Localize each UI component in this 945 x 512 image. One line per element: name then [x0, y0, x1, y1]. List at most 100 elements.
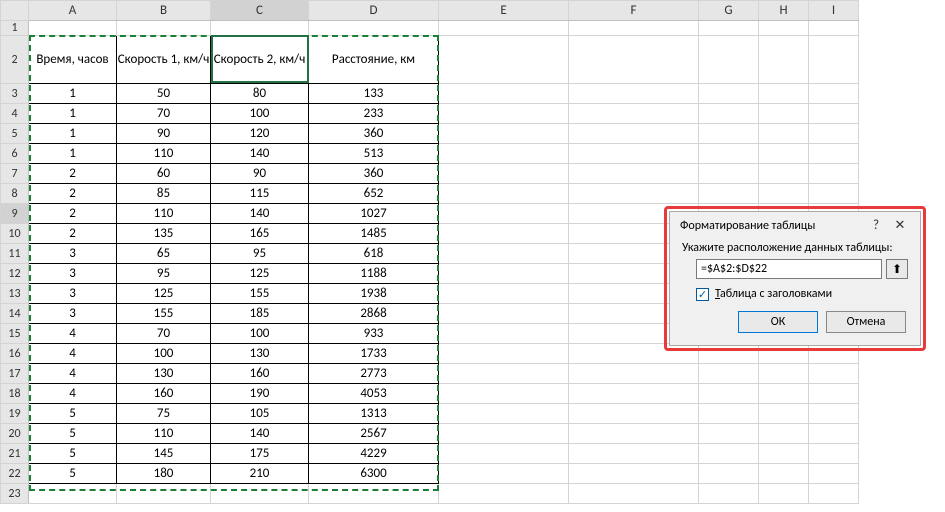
cell[interactable]: 360	[309, 164, 439, 184]
cell[interactable]: 120	[211, 124, 309, 144]
cell[interactable]	[699, 384, 759, 404]
cell[interactable]	[569, 444, 699, 464]
row-header[interactable]: 1	[1, 21, 29, 36]
cell[interactable]	[29, 21, 117, 36]
cell[interactable]	[569, 404, 699, 424]
row-header[interactable]: 7	[1, 164, 29, 184]
cell[interactable]: 5	[29, 424, 117, 444]
cell[interactable]	[439, 184, 569, 204]
cell[interactable]	[569, 124, 699, 144]
row-header[interactable]: 2	[1, 36, 29, 84]
cell[interactable]: 140	[211, 144, 309, 164]
cell[interactable]: 110	[117, 424, 211, 444]
cell[interactable]: 95	[211, 244, 309, 264]
row-header[interactable]: 12	[1, 264, 29, 284]
cell[interactable]	[809, 124, 859, 144]
cell[interactable]	[439, 164, 569, 184]
cell[interactable]: 185	[211, 304, 309, 324]
col-header-I[interactable]: I	[809, 1, 859, 21]
cell[interactable]	[439, 284, 569, 304]
cell[interactable]: 105	[211, 404, 309, 424]
col-header-A[interactable]: A	[29, 1, 117, 21]
cell[interactable]: 50	[117, 84, 211, 104]
cell[interactable]: 130	[117, 364, 211, 384]
cell[interactable]: 5	[29, 464, 117, 484]
cell[interactable]	[759, 104, 809, 124]
cell[interactable]: 75	[117, 404, 211, 424]
row-header[interactable]: 8	[1, 184, 29, 204]
cell[interactable]	[439, 384, 569, 404]
cell[interactable]: 1	[29, 104, 117, 124]
help-icon[interactable]: ?	[864, 218, 888, 233]
cell[interactable]	[759, 364, 809, 384]
row-header[interactable]: 21	[1, 444, 29, 464]
row-header[interactable]: 23	[1, 484, 29, 504]
collapse-dialog-icon[interactable]: ⬆	[886, 259, 908, 279]
cell[interactable]	[117, 484, 211, 504]
cell[interactable]	[569, 384, 699, 404]
cell[interactable]: 1938	[309, 284, 439, 304]
cell[interactable]: 6300	[309, 464, 439, 484]
cell[interactable]	[309, 21, 439, 36]
col-header-D[interactable]: D	[309, 1, 439, 21]
headers-checkbox[interactable]: ✓	[696, 288, 709, 301]
cell[interactable]	[699, 144, 759, 164]
cell[interactable]: 1313	[309, 404, 439, 424]
cell[interactable]: 110	[117, 144, 211, 164]
cell[interactable]	[439, 324, 569, 344]
close-icon[interactable]: ✕	[888, 218, 912, 233]
cell[interactable]	[211, 484, 309, 504]
col-header-B[interactable]: B	[117, 1, 211, 21]
cell[interactable]	[699, 184, 759, 204]
cell[interactable]	[439, 204, 569, 224]
cell[interactable]: 210	[211, 464, 309, 484]
cell[interactable]: 2773	[309, 364, 439, 384]
cell[interactable]	[809, 184, 859, 204]
cell[interactable]	[699, 424, 759, 444]
cell[interactable]	[439, 36, 569, 84]
cell[interactable]	[699, 21, 759, 36]
cell[interactable]	[439, 104, 569, 124]
cell[interactable]: Расстояние, км	[309, 36, 439, 84]
cell[interactable]	[309, 484, 439, 504]
cell[interactable]: 933	[309, 324, 439, 344]
cell[interactable]: 65	[117, 244, 211, 264]
cell[interactable]: 4229	[309, 444, 439, 464]
cell[interactable]	[759, 384, 809, 404]
cell[interactable]: 360	[309, 124, 439, 144]
cell[interactable]: 100	[211, 324, 309, 344]
range-input[interactable]	[696, 259, 882, 279]
cell[interactable]	[759, 444, 809, 464]
cell[interactable]: 145	[117, 444, 211, 464]
select-all-corner[interactable]	[1, 1, 29, 21]
cell[interactable]: Скорость 2, км/ч	[211, 36, 309, 84]
cell[interactable]: 180	[117, 464, 211, 484]
cell[interactable]: 2	[29, 204, 117, 224]
cell[interactable]	[699, 484, 759, 504]
cell[interactable]: 1485	[309, 224, 439, 244]
cell[interactable]: 90	[211, 164, 309, 184]
cell[interactable]	[699, 364, 759, 384]
row-header[interactable]: 10	[1, 224, 29, 244]
cell[interactable]	[569, 184, 699, 204]
cell[interactable]	[699, 84, 759, 104]
cell[interactable]	[809, 444, 859, 464]
cell[interactable]: 70	[117, 104, 211, 124]
cell[interactable]: 2	[29, 184, 117, 204]
cell[interactable]: 1	[29, 124, 117, 144]
cell[interactable]: Скорость 1, км/ч	[117, 36, 211, 84]
cell[interactable]: 3	[29, 304, 117, 324]
cell[interactable]: Время, часов	[29, 36, 117, 84]
cell[interactable]: 233	[309, 104, 439, 124]
cell[interactable]	[759, 404, 809, 424]
row-header[interactable]: 13	[1, 284, 29, 304]
cell[interactable]	[699, 444, 759, 464]
cell[interactable]: 140	[211, 424, 309, 444]
row-header[interactable]: 5	[1, 124, 29, 144]
cell[interactable]: 130	[211, 344, 309, 364]
cell[interactable]	[29, 484, 117, 504]
cell[interactable]	[759, 164, 809, 184]
cell[interactable]	[569, 364, 699, 384]
row-header[interactable]: 22	[1, 464, 29, 484]
col-header-G[interactable]: G	[699, 1, 759, 21]
